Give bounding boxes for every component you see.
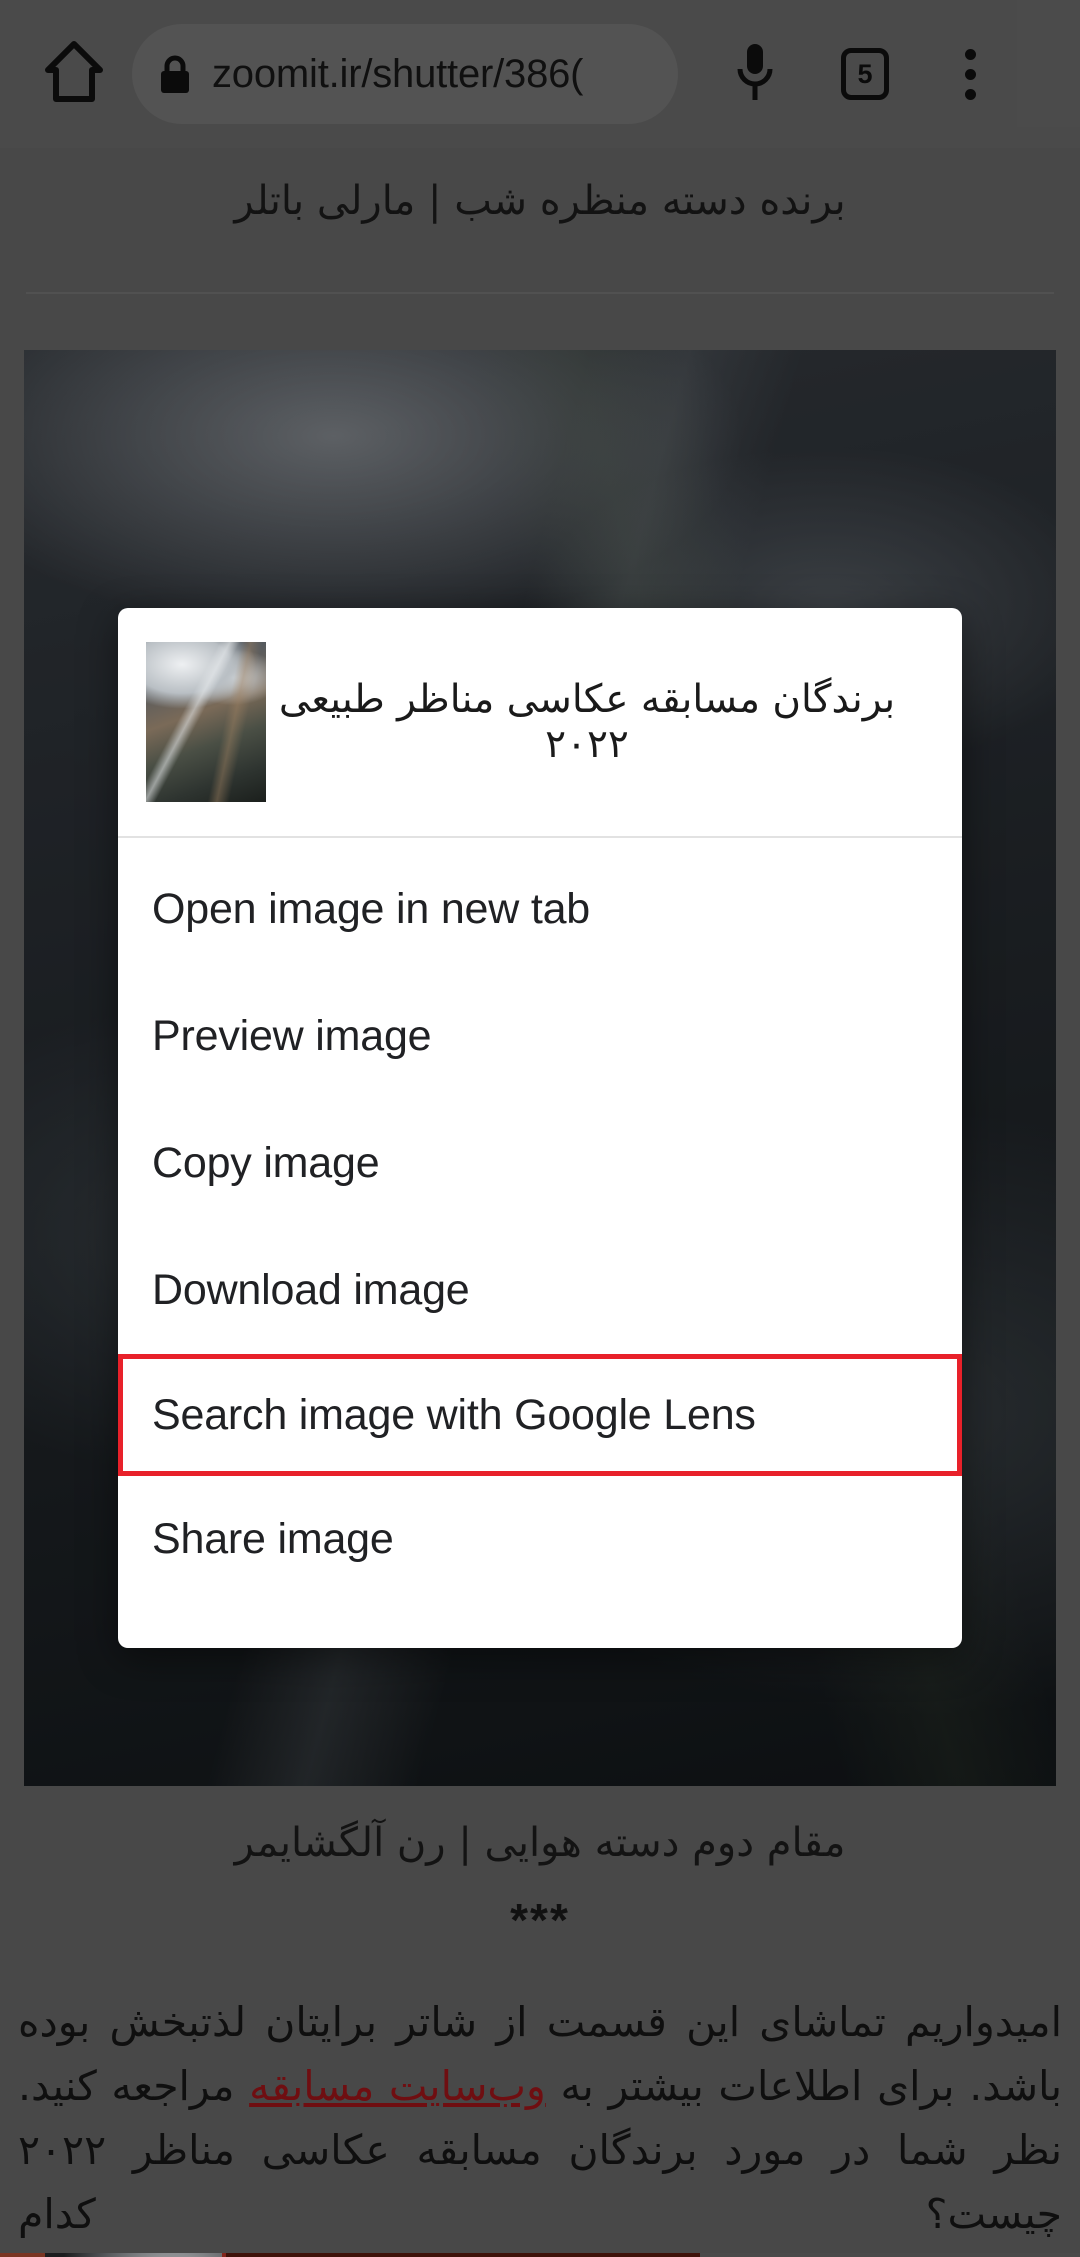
menu-item-download-image[interactable]: Download image	[118, 1227, 962, 1354]
menu-item-share-image[interactable]: Share image	[118, 1476, 962, 1603]
image-thumbnail	[146, 642, 266, 802]
image-context-menu: برندگان مسابقه عکاسی مناظر طبیعی ۲۰۲۲ Op…	[118, 608, 962, 1648]
menu-item-search-image-with-google-lens[interactable]: Search image with Google Lens	[118, 1354, 962, 1476]
context-menu-image-title: برندگان مسابقه عکاسی مناظر طبیعی ۲۰۲۲	[278, 677, 896, 767]
ad-close-button[interactable]: ✕	[0, 2253, 45, 2257]
menu-item-preview-image[interactable]: Preview image	[118, 973, 962, 1100]
context-menu-header: برندگان مسابقه عکاسی مناظر طبیعی ۲۰۲۲	[118, 608, 962, 838]
context-menu-items: Open image in new tab Preview image Copy…	[118, 838, 962, 1603]
menu-item-copy-image[interactable]: Copy image	[118, 1100, 962, 1227]
menu-item-open-image-in-new-tab[interactable]: Open image in new tab	[118, 846, 962, 973]
screen: zoomit.ir/shutter/386( 5 برنده دسته منظر…	[0, 0, 1080, 2257]
